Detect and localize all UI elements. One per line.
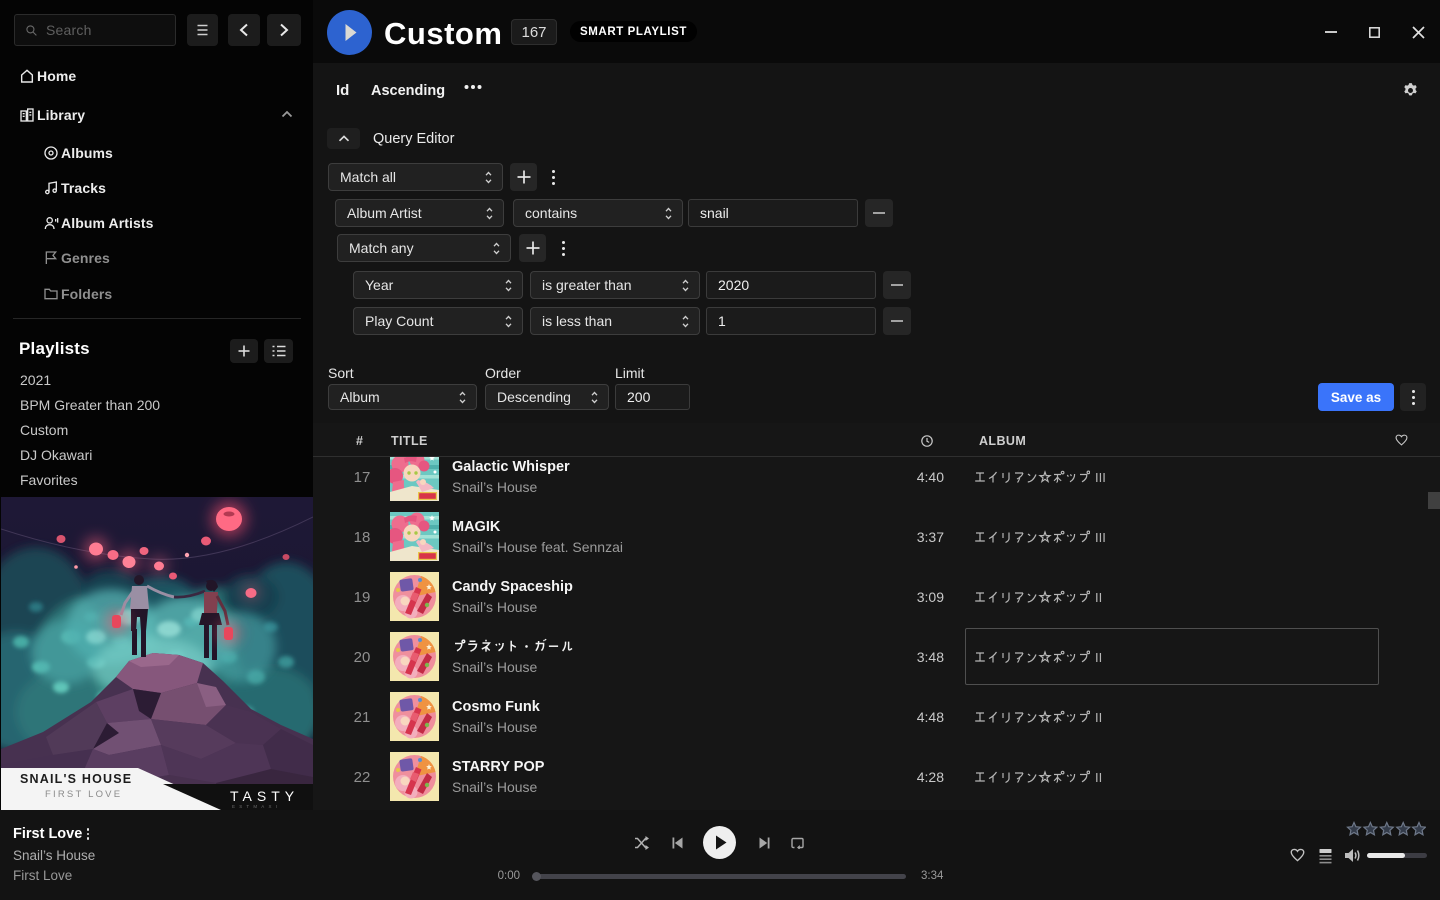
svg-text:SNAIL'S HOUSE: SNAIL'S HOUSE [20,772,132,786]
svg-text:TASTY: TASTY [230,788,299,804]
svg-text:ESTMAXI: ESTMAXI [232,804,281,809]
svg-text:FIRST LOVE: FIRST LOVE [45,789,122,800]
